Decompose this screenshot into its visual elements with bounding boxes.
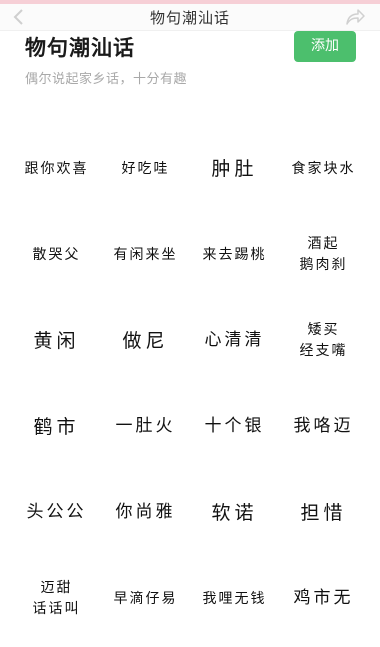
phrase-text: 做尼	[122, 329, 169, 352]
phrase-cell[interactable]: 头公公	[12, 470, 101, 556]
phrase-text: 跟你欢喜	[24, 160, 89, 177]
phrase-cell[interactable]: 肿肚	[190, 126, 279, 212]
phrase-text: 软诺	[211, 501, 258, 524]
phrase-text: 矮买 经支嘴	[299, 322, 348, 359]
phrase-cell[interactable]: 迈甜 话话叫	[12, 556, 101, 642]
phrase-cell[interactable]: 担惜	[279, 470, 368, 556]
phrase-cell[interactable]: 黄闲	[12, 298, 101, 384]
phrase-text: 一肚火	[115, 416, 176, 437]
phrase-text: 来去踢桃	[202, 246, 267, 263]
phrase-cell[interactable]: 你尚雅	[101, 470, 190, 556]
phrase-text: 鸡市无	[293, 588, 354, 609]
phrase-cell[interactable]: 我哩无钱	[190, 556, 279, 642]
phrase-text: 早滴仔易	[113, 590, 178, 607]
phrase-text: 鹤市	[33, 415, 80, 438]
nav-bar: 物句潮汕话	[0, 4, 380, 31]
phrase-cell[interactable]: 矮买 经支嘴	[279, 298, 368, 384]
phrase-cell[interactable]: 食家块水	[279, 126, 368, 212]
phrase-text: 有闲来坐	[113, 246, 178, 263]
phrase-text: 散哭父	[32, 246, 81, 263]
phrase-text: 肿肚	[211, 157, 258, 180]
phrase-cell[interactable]: 有闲来坐	[101, 212, 190, 298]
phrase-cell[interactable]: 酒起 鹅肉刹	[279, 212, 368, 298]
phrase-text: 酒起 鹅肉刹	[299, 236, 348, 273]
share-icon[interactable]	[344, 7, 366, 27]
phrase-cell[interactable]: 十个银	[190, 384, 279, 470]
page-subtitle: 偶尔说起家乡话，十分有趣	[25, 72, 188, 87]
phrase-cell[interactable]: 早滴仔易	[101, 556, 190, 642]
phrase-cell[interactable]: 我咯迈	[279, 384, 368, 470]
phrase-cell[interactable]: 鹤市	[12, 384, 101, 470]
phrase-text: 十个银	[204, 416, 265, 437]
phrase-cell[interactable]: 一肚火	[101, 384, 190, 470]
phrase-cell[interactable]: 做尼	[101, 298, 190, 384]
phrase-text: 头公公	[26, 502, 87, 523]
phrase-cell[interactable]: 散哭父	[12, 212, 101, 298]
phrase-cell[interactable]: 好吃哇	[101, 126, 190, 212]
add-button[interactable]: 添加	[294, 31, 356, 62]
phrase-cell[interactable]: 来去踢桃	[190, 212, 279, 298]
phrase-text: 担惜	[300, 501, 347, 524]
phrase-text: 黄闲	[33, 329, 80, 352]
phrase-text: 食家块水	[291, 160, 356, 177]
phrase-cell[interactable]: 鸡市无	[279, 556, 368, 642]
page-title: 物句潮汕话	[25, 36, 135, 60]
nav-title: 物句潮汕话	[149, 9, 230, 27]
phrase-cell[interactable]: 软诺	[190, 470, 279, 556]
phrase-text: 我哩无钱	[202, 590, 267, 607]
phrase-text: 我咯迈	[293, 416, 354, 437]
phrase-text: 好吃哇	[121, 160, 170, 177]
phrase-cell[interactable]: 跟你欢喜	[12, 126, 101, 212]
phrase-text: 迈甜 话话叫	[32, 580, 81, 617]
phrase-text: 心清清	[204, 330, 265, 351]
phrase-text: 你尚雅	[115, 502, 176, 523]
phrase-cell[interactable]: 心清清	[190, 298, 279, 384]
